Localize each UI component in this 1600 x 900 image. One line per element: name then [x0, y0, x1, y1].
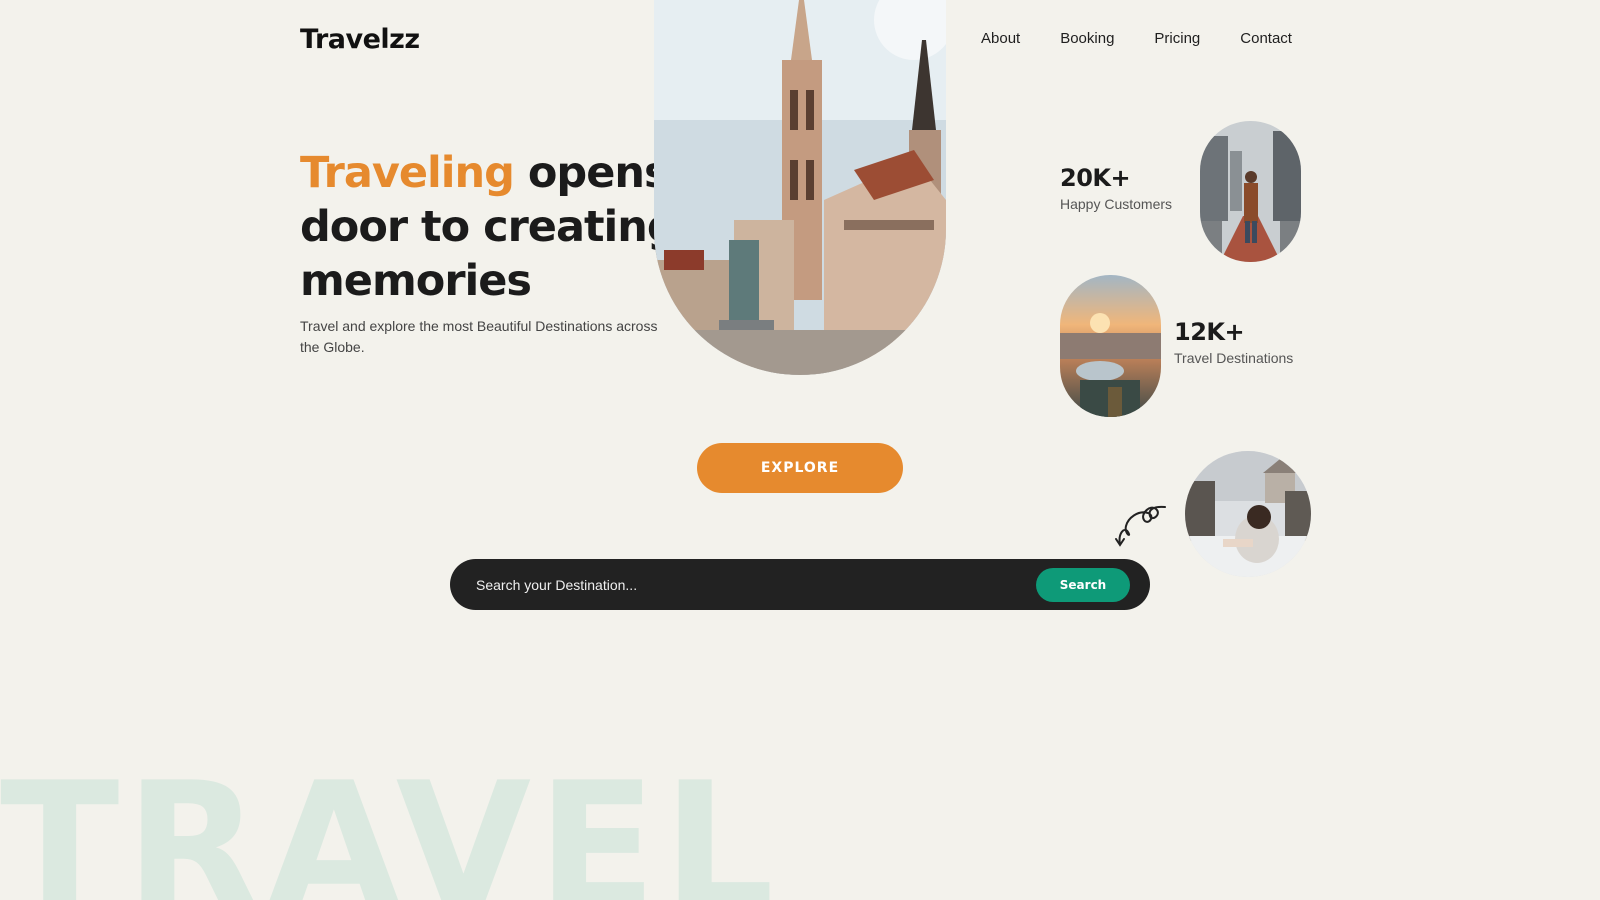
city-traveler-image — [1200, 121, 1301, 262]
squiggle-arrow-icon — [1115, 505, 1166, 547]
search-bar: Search — [450, 559, 1150, 610]
nav-item-pricing[interactable]: Pricing — [1154, 30, 1200, 47]
nav-item-contact[interactable]: Contact — [1240, 30, 1292, 47]
cathedral-image — [654, 0, 946, 375]
nav-item-booking[interactable]: Booking — [1060, 30, 1114, 47]
stat-label: Happy Customers — [1060, 196, 1173, 212]
stat-label: Travel Destinations — [1174, 350, 1294, 366]
brand-logo[interactable]: Travelzz — [300, 24, 420, 55]
stat-happy-customers: 20K+ Happy Customers — [1060, 164, 1172, 212]
stat-travel-destinations: 12K+ Travel Destinations — [1174, 318, 1293, 366]
background-watermark-word: TRAVEL — [0, 746, 781, 900]
headline-accent: Traveling — [300, 148, 515, 198]
nav-item-about[interactable]: About — [981, 30, 1020, 47]
search-button[interactable]: Search — [1036, 567, 1130, 602]
sunset-city-image — [1060, 275, 1161, 417]
stat-value: 12K+ — [1174, 318, 1245, 346]
search-input[interactable] — [476, 576, 1036, 593]
hero-subtext: Travel and explore the most Beautiful De… — [300, 318, 658, 355]
winter-traveler-image — [1185, 451, 1311, 577]
stat-value: 20K+ — [1060, 164, 1131, 192]
main-nav: About Booking Pricing Contact — [981, 30, 1292, 47]
explore-button[interactable]: EXPLORE — [697, 443, 903, 493]
